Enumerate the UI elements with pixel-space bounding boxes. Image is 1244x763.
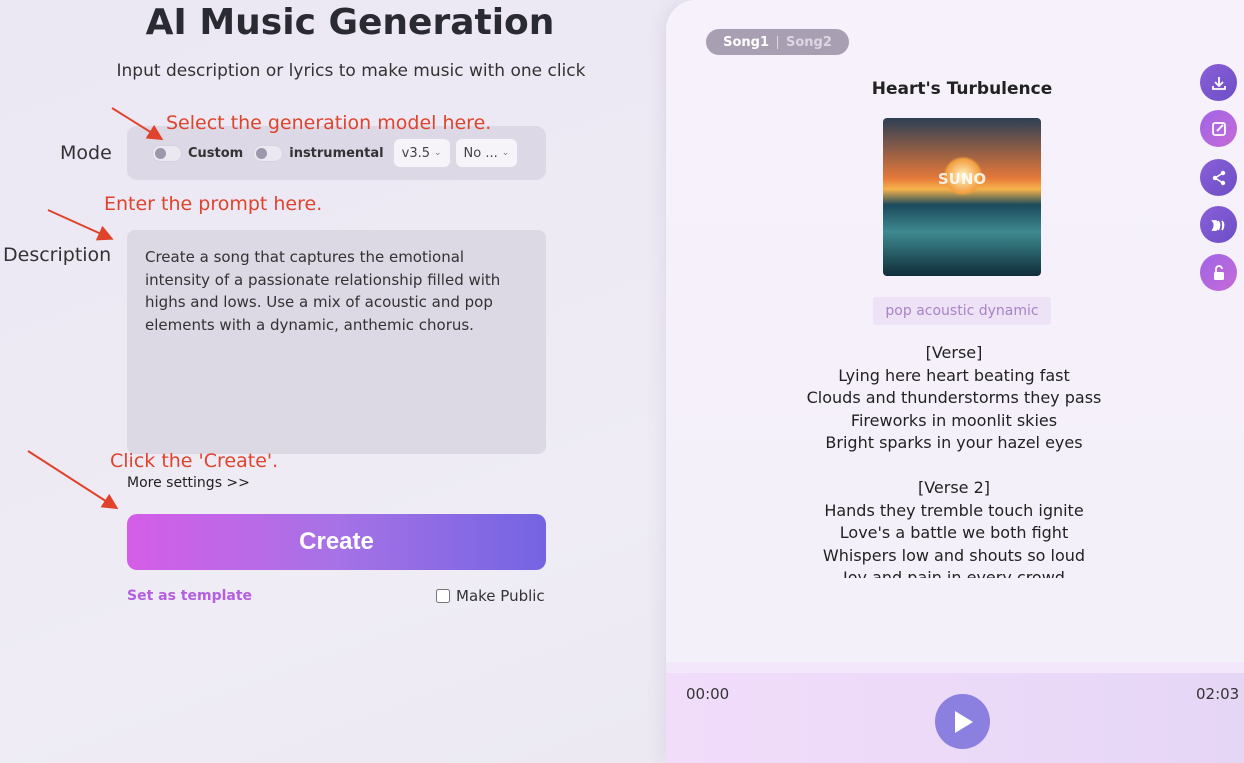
- style-tag: pop acoustic dynamic: [873, 297, 1051, 325]
- download-button[interactable]: [1200, 64, 1237, 101]
- second-select-value: No ...: [463, 145, 498, 161]
- lyric-line: Fireworks in moonlit skies: [850, 410, 1058, 430]
- lyric-line: Whispers low and shouts so loud: [822, 545, 1086, 565]
- make-public-checkbox[interactable]: [436, 589, 450, 603]
- lyric-line: [Verse 2]: [917, 478, 991, 497]
- make-public-label: Make Public: [456, 587, 545, 605]
- extend-icon: [1210, 219, 1224, 231]
- duration: 02:03: [1196, 685, 1240, 703]
- edit-button[interactable]: [1200, 110, 1237, 147]
- tab-song2[interactable]: Song2: [786, 35, 832, 50]
- version-value: v3.5: [401, 145, 430, 161]
- lyric-line: Hands they tremble touch ignite: [824, 500, 1084, 520]
- set-template-link[interactable]: Set as template: [127, 588, 252, 604]
- make-public-option[interactable]: Make Public: [436, 587, 545, 605]
- chevron-down-icon: ⌄: [501, 148, 510, 158]
- cover-logo: SUNO: [937, 170, 987, 188]
- instrumental-label: instrumental: [289, 145, 384, 161]
- annotation-mode: Select the generation model here.: [166, 112, 492, 134]
- lyric-line: [Verse]: [925, 343, 983, 362]
- extend-button[interactable]: [1200, 206, 1237, 243]
- tab-song1[interactable]: Song1: [723, 35, 769, 50]
- lyric-line: Love's a battle we both fight: [839, 523, 1069, 542]
- current-time: 00:00: [686, 685, 730, 703]
- lyric-line: [760, 455, 1148, 478]
- version-select[interactable]: v3.5 ⌄: [393, 139, 450, 167]
- edit-icon: [1211, 121, 1226, 136]
- share-button[interactable]: [1200, 159, 1237, 196]
- song-tabs: Song1 Song2: [706, 29, 849, 55]
- lyric-line: Lying here heart beating fast: [838, 365, 1070, 385]
- arrow-mode: [111, 107, 164, 141]
- instrumental-toggle[interactable]: [253, 144, 284, 162]
- play-button[interactable]: [935, 694, 990, 749]
- lyric-line: Bright sparks in your hazel eyes: [825, 433, 1083, 452]
- lyric-line: Clouds and thunderstorms they pass: [806, 388, 1102, 407]
- progress-track[interactable]: [666, 662, 1244, 673]
- unlock-icon: [1213, 264, 1224, 280]
- tab-divider: [777, 35, 778, 49]
- album-cover: SUNO: [883, 118, 1041, 276]
- annotation-arrows: [27, 107, 164, 510]
- arrow-create: [27, 450, 119, 510]
- lyric-line: Joy and pain in every crowd: [843, 568, 1065, 578]
- create-button[interactable]: Create: [127, 514, 546, 570]
- song-title: Heart's Turbulence: [871, 79, 1053, 99]
- second-select[interactable]: No ... ⌄: [455, 139, 518, 167]
- arrow-prompt: [47, 209, 114, 241]
- chevron-down-icon: ⌄: [434, 148, 442, 158]
- unlock-button[interactable]: [1200, 254, 1237, 291]
- share-icon: [1212, 170, 1225, 185]
- lyrics: [Verse] Lying here heart beating fast Clou…: [760, 342, 1148, 578]
- download-icon: [1211, 76, 1226, 90]
- play-icon: [954, 710, 973, 733]
